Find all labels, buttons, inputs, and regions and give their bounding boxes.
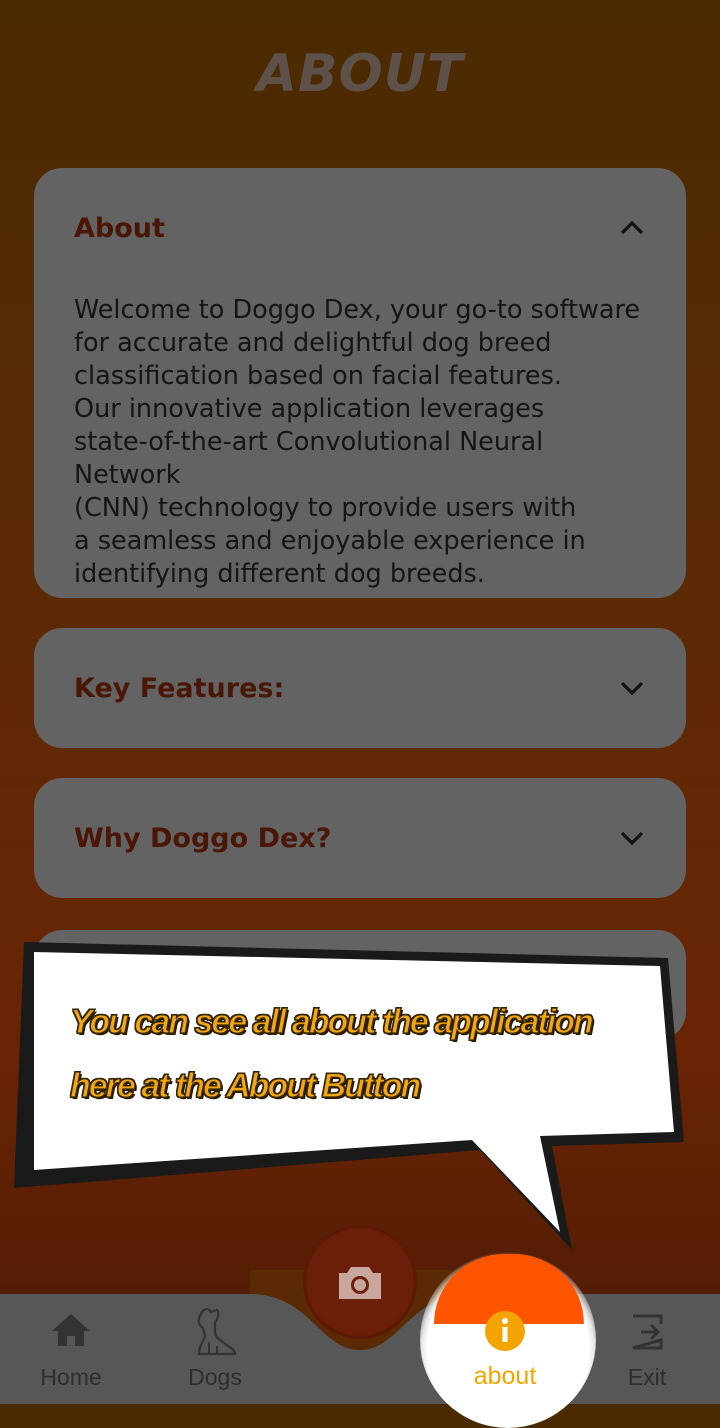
tooltip-text: You can see all about the application he… <box>69 990 670 1118</box>
nav-label-home: Home <box>40 1364 102 1390</box>
why-doggo-dex-section-header[interactable]: Why Doggo Dex? <box>74 778 646 898</box>
about-section-card[interactable]: About Welcome to Doggo Dex, your go-to s… <box>34 168 686 598</box>
key-features-section-title: Key Features: <box>74 672 285 704</box>
camera-icon <box>339 1267 381 1299</box>
nav-item-home[interactable]: Home <box>6 1294 136 1404</box>
why-doggo-dex-section-title: Why Doggo Dex? <box>74 822 332 854</box>
home-icon <box>52 1314 90 1346</box>
about-section-header[interactable]: About <box>74 168 646 288</box>
key-features-section-card[interactable]: Key Features: <box>34 628 686 748</box>
chevron-down-icon[interactable] <box>618 674 646 702</box>
nav-item-about[interactable]: about <box>440 1294 570 1404</box>
dog-icon <box>197 1308 237 1356</box>
tooltip-line-2: here at the About Button <box>69 1066 421 1105</box>
nav-item-exit[interactable]: Exit <box>582 1294 712 1404</box>
exit-icon <box>632 1314 663 1350</box>
about-section-body: Welcome to Doggo Dex, your go-to softwar… <box>74 295 641 589</box>
tooltip-line-1: You can see all about the application <box>69 1002 594 1041</box>
key-features-section-header[interactable]: Key Features: <box>74 628 646 748</box>
page-title: ABOUT <box>256 44 464 104</box>
chevron-down-icon[interactable] <box>618 824 646 852</box>
nav-label-exit: Exit <box>627 1364 667 1390</box>
about-section-title: About <box>74 212 165 244</box>
nav-item-dogs[interactable]: Dogs <box>150 1294 280 1404</box>
nav-label-dogs: Dogs <box>188 1364 242 1390</box>
why-doggo-dex-section-card[interactable]: Why Doggo Dex? <box>34 778 686 898</box>
camera-button[interactable] <box>306 1228 414 1336</box>
info-icon <box>485 1311 525 1351</box>
chevron-up-icon[interactable] <box>618 214 646 242</box>
nav-label-about: about <box>473 1362 537 1390</box>
